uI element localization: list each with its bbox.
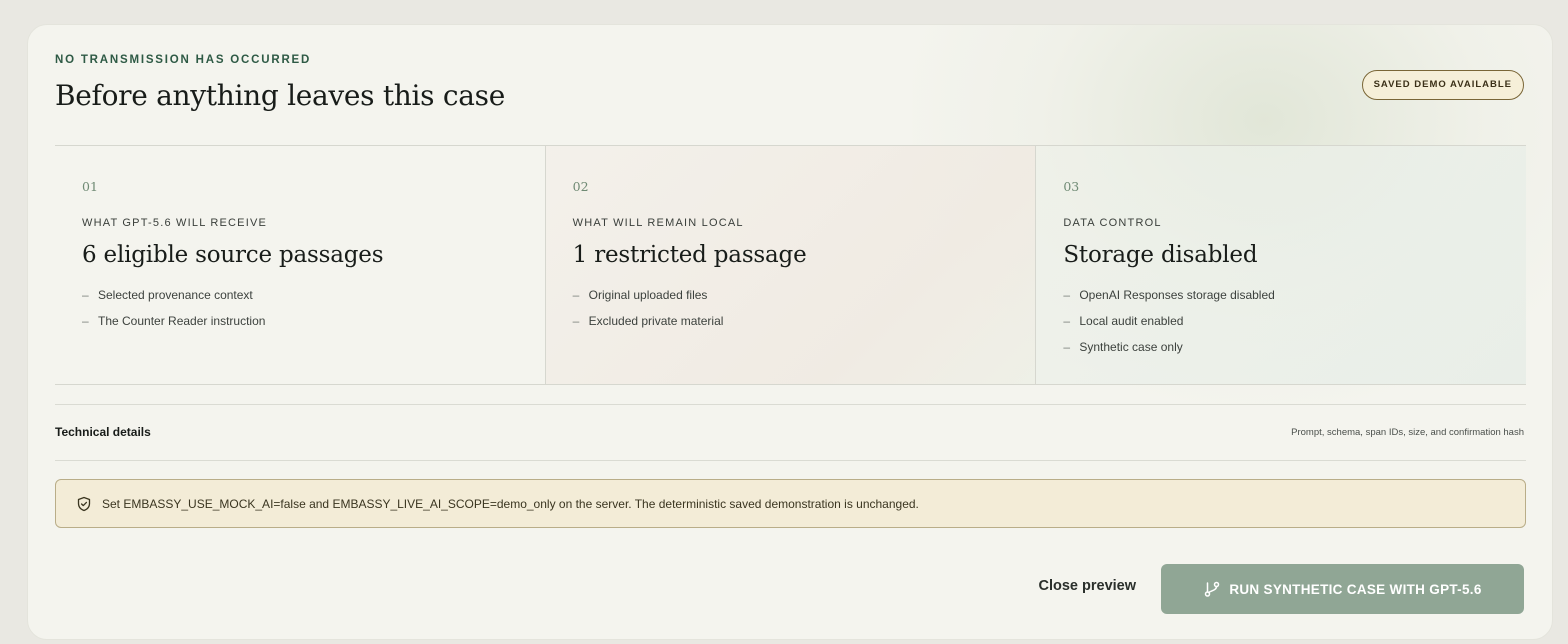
list-item: – Local audit enabled xyxy=(1063,313,1499,339)
list-item-text: Excluded private material xyxy=(588,314,724,328)
technical-details-note: Prompt, schema, span IDs, size, and conf… xyxy=(1291,427,1524,438)
list-item-text: Local audit enabled xyxy=(1079,314,1184,328)
card-heading: Storage disabled xyxy=(1063,242,1258,268)
card-heading: 1 restricted passage xyxy=(572,242,807,268)
summary-cards: 01 WHAT GPT-5.6 WILL RECEIVE 6 eligible … xyxy=(55,145,1527,385)
list-item: – Excluded private material xyxy=(573,313,1009,339)
dash-marker: – xyxy=(1063,340,1071,354)
technical-details-toggle[interactable]: Technical details xyxy=(55,425,151,439)
notice-text: Set EMBASSY_USE_MOCK_AI=false and EMBASS… xyxy=(102,496,919,511)
card-label: DATA CONTROL xyxy=(1063,217,1162,229)
card-heading: 6 eligible source passages xyxy=(82,242,384,268)
list-item: – Original uploaded files xyxy=(573,287,1009,313)
list-item: – Selected provenance context xyxy=(82,287,518,313)
dash-marker: – xyxy=(1063,288,1071,302)
close-preview-button[interactable]: Close preview xyxy=(1038,578,1136,594)
list-item-text: Synthetic case only xyxy=(1079,340,1183,354)
card-label: WHAT GPT-5.6 WILL RECEIVE xyxy=(82,217,268,229)
dash-marker: – xyxy=(82,314,89,328)
list-item-text: Selected provenance context xyxy=(98,288,253,302)
status-eyebrow: NO TRANSMISSION HAS OCCURRED xyxy=(55,54,312,66)
divider xyxy=(55,460,1526,461)
card-list: – Original uploaded files – Excluded priva… xyxy=(573,287,1009,339)
list-item-text: The Counter Reader instruction xyxy=(98,314,266,328)
dash-marker: – xyxy=(1063,314,1071,328)
card-label: WHAT WILL REMAIN LOCAL xyxy=(572,217,744,229)
dash-marker: – xyxy=(82,288,89,302)
card-list: – Selected provenance context – The Counte… xyxy=(82,287,518,339)
list-item: – OpenAI Responses storage disabled xyxy=(1063,287,1499,313)
list-item: – The Counter Reader instruction xyxy=(82,313,518,339)
saved-demo-badge: SAVED DEMO AVAILABLE xyxy=(1361,70,1524,100)
card-data-control: 03 DATA CONTROL Storage disabled – OpenAI… xyxy=(1035,146,1527,384)
run-button-label: RUN SYNTHETIC CASE WITH GPT-5.6 xyxy=(1229,581,1482,597)
card-list: – OpenAI Responses storage disabled – Loca… xyxy=(1063,287,1499,365)
config-notice: Set EMBASSY_USE_MOCK_AI=false and EMBASS… xyxy=(55,479,1526,528)
card-number: 02 xyxy=(572,179,589,194)
divider xyxy=(55,404,1526,405)
card-local: 02 WHAT WILL REMAIN LOCAL 1 restricted p… xyxy=(544,146,1036,384)
list-item: – Synthetic case only xyxy=(1063,339,1499,365)
card-receive: 01 WHAT GPT-5.6 WILL RECEIVE 6 eligible … xyxy=(55,146,545,384)
dash-marker: – xyxy=(572,314,580,328)
git-branch-icon xyxy=(1203,580,1221,598)
list-item-text: OpenAI Responses storage disabled xyxy=(1079,288,1275,302)
run-synthetic-case-button[interactable]: RUN SYNTHETIC CASE WITH GPT-5.6 xyxy=(1161,564,1524,614)
list-item-text: Original uploaded files xyxy=(588,288,708,302)
shield-check-icon xyxy=(76,496,92,512)
preview-panel: NO TRANSMISSION HAS OCCURRED Before anyt… xyxy=(27,24,1553,640)
dash-marker: – xyxy=(572,288,580,302)
card-number: 01 xyxy=(82,179,98,194)
card-number: 03 xyxy=(1063,179,1080,194)
page-title: Before anything leaves this case xyxy=(55,79,505,112)
